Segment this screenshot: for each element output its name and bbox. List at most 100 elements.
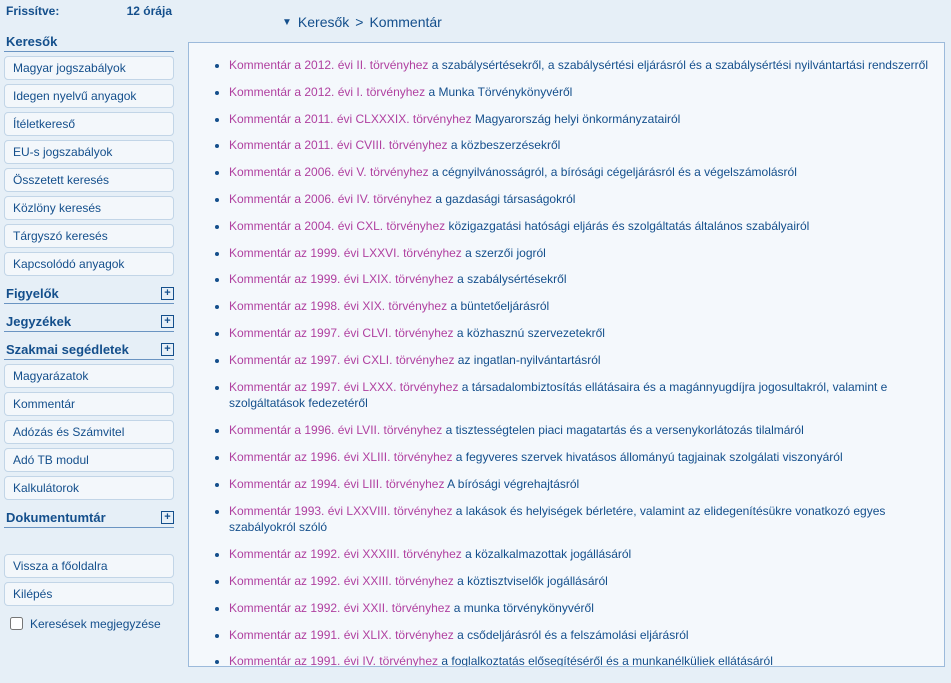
- breadcrumb-root[interactable]: Keresők: [298, 14, 349, 30]
- content-box: Kommentár a 2012. évi II. törvényhez a s…: [188, 42, 945, 667]
- nav-item[interactable]: Kapcsolódó anyagok: [4, 252, 174, 276]
- nav-item[interactable]: Idegen nyelvű anyagok: [4, 84, 174, 108]
- list-item: Kommentár az 1996. évi XLIII. törvényhez…: [229, 449, 934, 466]
- nav-item[interactable]: Magyar jogszabályok: [4, 56, 174, 80]
- remember-line: Keresések megjegyzése: [4, 610, 174, 637]
- section-head: Dokumentumtár +: [4, 506, 174, 528]
- list-item: Kommentár az 1991. évi IV. törvényhez a …: [229, 653, 934, 667]
- entry-link[interactable]: Kommentár az 1997. évi LXXX. törvényhez: [229, 380, 458, 394]
- entry-link[interactable]: Kommentár a 2012. évi II. törvényhez: [229, 58, 428, 72]
- expand-icon[interactable]: +: [161, 315, 174, 328]
- entry-link[interactable]: Kommentár az 1997. évi CLVI. törvényhez: [229, 326, 454, 340]
- nav-item[interactable]: Adózás és Számvitel: [4, 420, 174, 444]
- updated-value: 12 órája: [127, 4, 172, 18]
- list-item: Kommentár a 2012. évi II. törvényhez a s…: [229, 57, 934, 74]
- expand-icon[interactable]: +: [161, 343, 174, 356]
- entry-link[interactable]: Kommentár az 1996. évi XLIII. törvényhez: [229, 450, 452, 464]
- list-item: Kommentár a 1996. évi LVII. törvényhez a…: [229, 422, 934, 439]
- list-item: Kommentár az 1992. évi XXIII. törvényhez…: [229, 573, 934, 590]
- entry-link[interactable]: Kommentár a 1996. évi LVII. törvényhez: [229, 423, 442, 437]
- entry-link[interactable]: Kommentár az 1998. évi XIX. törvényhez: [229, 299, 447, 313]
- entry-desc: a közbeszerzésekről: [448, 138, 561, 152]
- entry-link[interactable]: Kommentár 1993. évi LXXVIII. törvényhez: [229, 504, 452, 518]
- list-item: Kommentár a 2006. évi IV. törvényhez a g…: [229, 191, 934, 208]
- nav-item[interactable]: Összetett keresés: [4, 168, 174, 192]
- entry-list: Kommentár a 2012. évi II. törvényhez a s…: [189, 57, 934, 667]
- list-item: Kommentár az 1994. évi LIII. törvényhez …: [229, 476, 934, 493]
- entry-link[interactable]: Kommentár az 1994. évi LIII. törvényhez: [229, 477, 444, 491]
- section-title: Jegyzékek: [6, 314, 71, 329]
- list-item: Kommentár az 1999. évi LXXVI. törvényhez…: [229, 245, 934, 262]
- entry-desc: a szerzői jogról: [462, 246, 546, 260]
- updated-label: Frissítve:: [6, 4, 59, 18]
- list-item: Kommentár az 1997. évi LXXX. törvényhez …: [229, 379, 934, 413]
- nav-item[interactable]: Adó TB modul: [4, 448, 174, 472]
- entry-desc: A bírósági végrehajtásról: [444, 477, 579, 491]
- entry-desc: a gazdasági társaságokról: [432, 192, 575, 206]
- section-title: Figyelők: [6, 286, 59, 301]
- entry-desc: Magyarország helyi önkormányzatairól: [472, 112, 681, 126]
- page-root: Frissítve: 12 órája Keresők Magyar jogsza…: [0, 0, 951, 683]
- nav-item[interactable]: Tárgyszó keresés: [4, 224, 174, 248]
- list-item: Kommentár az 1999. évi LXIX. törvényhez …: [229, 271, 934, 288]
- entry-link[interactable]: Kommentár az 1997. évi CXLI. törvényhez: [229, 353, 454, 367]
- list-item: Kommentár az 1992. évi XXXIII. törvényhe…: [229, 546, 934, 563]
- list-item: Kommentár a 2011. évi CLXXXIX. törvényhe…: [229, 111, 934, 128]
- entry-link[interactable]: Kommentár az 1991. évi IV. törvényhez: [229, 654, 438, 667]
- entry-link[interactable]: Kommentár a 2004. évi CXL. törvényhez: [229, 219, 445, 233]
- section-head: Figyelők +: [4, 282, 174, 304]
- entry-desc: a foglalkoztatás elősegítéséről és a mun…: [438, 654, 773, 667]
- updated-info: Frissítve: 12 órája: [4, 2, 174, 24]
- entry-desc: a cégnyilvánosságról, a bírósági cégeljá…: [429, 165, 797, 179]
- nav-item[interactable]: Kommentár: [4, 392, 174, 416]
- section-head: Keresők: [4, 30, 174, 52]
- entry-link[interactable]: Kommentár a 2006. évi IV. törvényhez: [229, 192, 432, 206]
- entry-desc: a munka törvénykönyvéről: [450, 601, 593, 615]
- breadcrumb-current: Kommentár: [369, 14, 441, 30]
- list-item: Kommentár 1993. évi LXXVIII. törvényhez …: [229, 503, 934, 537]
- list-item: Kommentár a 2012. évi I. törvényhez a Mu…: [229, 84, 934, 101]
- entry-desc: a közalkalmazottak jogállásáról: [462, 547, 631, 561]
- nav-item[interactable]: Közlöny keresés: [4, 196, 174, 220]
- section-title: Keresők: [6, 34, 57, 49]
- entry-link[interactable]: Kommentár az 1992. évi XXII. törvényhez: [229, 601, 450, 615]
- entry-desc: a büntetőeljárásról: [447, 299, 549, 313]
- nav-item[interactable]: Kilépés: [4, 582, 174, 606]
- main: ▼ Keresők > Kommentár Kommentár a 2012. …: [178, 0, 951, 683]
- list-item: Kommentár az 1992. évi XXII. törvényhez …: [229, 600, 934, 617]
- list-item: Kommentár az 1997. évi CLVI. törvényhez …: [229, 325, 934, 342]
- breadcrumb-sep: >: [355, 14, 363, 30]
- breadcrumb: ▼ Keresők > Kommentár: [182, 0, 951, 42]
- section-title: Szakmai segédletek: [6, 342, 129, 357]
- entry-desc: a szabálysértésekről, a szabálysértési e…: [428, 58, 928, 72]
- entry-link[interactable]: Kommentár az 1991. évi XLIX. törvényhez: [229, 628, 454, 642]
- nav-item[interactable]: Ítéletkereső: [4, 112, 174, 136]
- list-item: Kommentár a 2004. évi CXL. törvényhez kö…: [229, 218, 934, 235]
- entry-desc: a fegyveres szervek hivatásos állományú …: [452, 450, 842, 464]
- entry-link[interactable]: Kommentár az 1992. évi XXXIII. törvényhe…: [229, 547, 462, 561]
- list-item: Kommentár az 1997. évi CXLI. törvényhez …: [229, 352, 934, 369]
- nav-item[interactable]: EU-s jogszabályok: [4, 140, 174, 164]
- section-head: Jegyzékek +: [4, 310, 174, 332]
- entry-link[interactable]: Kommentár az 1999. évi LXXVI. törvényhez: [229, 246, 462, 260]
- remember-label: Keresések megjegyzése: [30, 617, 161, 631]
- entry-link[interactable]: Kommentár az 1992. évi XXIII. törvényhez: [229, 574, 454, 588]
- entry-desc: a csődeljárásról és a felszámolási eljár…: [454, 628, 689, 642]
- tri-icon: ▼: [282, 17, 292, 28]
- remember-checkbox[interactable]: [10, 617, 23, 630]
- expand-icon[interactable]: +: [161, 287, 174, 300]
- expand-icon[interactable]: +: [161, 511, 174, 524]
- nav-item[interactable]: Vissza a főoldalra: [4, 554, 174, 578]
- entry-desc: a köztisztviselők jogállásáról: [454, 574, 608, 588]
- entry-link[interactable]: Kommentár a 2011. évi CLXXXIX. törvényhe…: [229, 112, 472, 126]
- sidebar: Frissítve: 12 órája Keresők Magyar jogsza…: [0, 0, 178, 683]
- entry-link[interactable]: Kommentár a 2006. évi V. törvényhez: [229, 165, 429, 179]
- section-title: Dokumentumtár: [6, 510, 106, 525]
- entry-link[interactable]: Kommentár az 1999. évi LXIX. törvényhez: [229, 272, 454, 286]
- list-item: Kommentár az 1998. évi XIX. törvényhez a…: [229, 298, 934, 315]
- entry-link[interactable]: Kommentár a 2012. évi I. törvényhez: [229, 85, 425, 99]
- entry-link[interactable]: Kommentár a 2011. évi CVIII. törvényhez: [229, 138, 448, 152]
- nav-item[interactable]: Kalkulátorok: [4, 476, 174, 500]
- entry-desc: közigazgatási hatósági eljárás és szolgá…: [445, 219, 809, 233]
- nav-item[interactable]: Magyarázatok: [4, 364, 174, 388]
